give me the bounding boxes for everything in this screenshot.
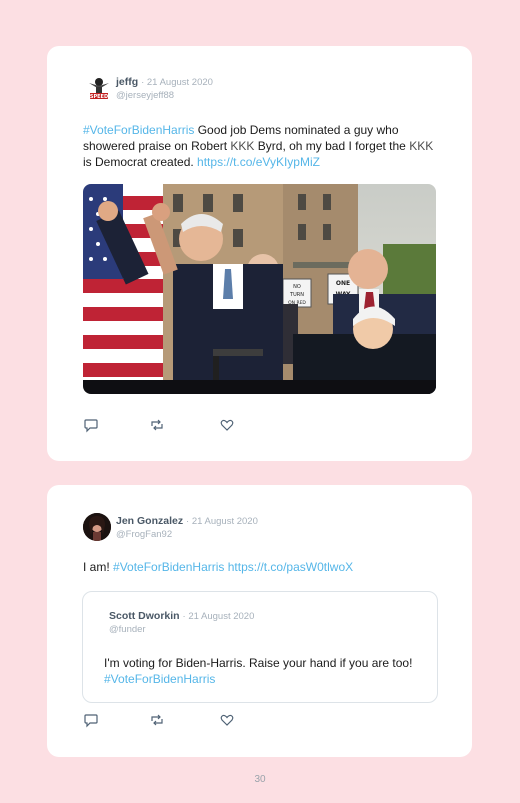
author-name[interactable]: jeffg · 21 August 2020: [116, 76, 213, 88]
tweet-photo[interactable]: NO TURN ON RED ONE WAY: [83, 184, 436, 394]
tweet-text-part: is Democrat created.: [83, 155, 198, 169]
quoted-author-handle[interactable]: @funder: [109, 624, 146, 635]
quoted-tweet-date[interactable]: · 21 August 2020: [183, 611, 255, 622]
like-icon[interactable]: [219, 712, 235, 728]
author-display-name[interactable]: jeffg: [116, 76, 138, 88]
hashtag-link[interactable]: #VoteForBidenHarris: [83, 123, 194, 137]
quoted-text: I'm voting for Biden-Harris. Raise your …: [104, 656, 413, 670]
rally-photo: NO TURN ON RED ONE WAY: [83, 184, 436, 394]
avatar[interactable]: [83, 513, 111, 541]
quoted-tweet[interactable]: Scott Dworkin · 21 August 2020 @funder I…: [82, 591, 438, 703]
svg-text:ONE: ONE: [336, 280, 350, 287]
author-name[interactable]: Jen Gonzalez · 21 August 2020: [116, 515, 258, 527]
hashtag-link[interactable]: #VoteForBidenHarris: [104, 672, 215, 686]
tweet-text-part: I am!: [83, 560, 114, 574]
tweet-text: #VoteForBidenHarris Good job Dems nomina…: [83, 122, 443, 170]
page-number: 30: [254, 774, 266, 785]
retweet-icon[interactable]: [149, 417, 165, 433]
author-handle[interactable]: @FrogFan92: [116, 529, 172, 540]
tweet-card: Jen Gonzalez · 21 August 2020 @FrogFan92…: [47, 485, 472, 757]
url-link[interactable]: https://t.co/pasW0tlwoX: [224, 560, 353, 574]
tweet-date[interactable]: · 21 August 2020: [186, 516, 258, 527]
tweet-date[interactable]: · 21 August 2020: [141, 77, 213, 88]
tweet-text-part: KKK: [230, 139, 255, 153]
profile-photo-icon: [83, 513, 111, 541]
tweet-actions: [83, 712, 243, 728]
quoted-tweet-text: I'm voting for Biden-Harris. Raise your …: [104, 655, 414, 687]
svg-text:SPEED: SPEED: [90, 94, 108, 100]
tweet-text-part: KKK: [409, 139, 434, 153]
tweet-text-part: Byrd, oh my bad I forget the: [254, 139, 410, 153]
url-link[interactable]: https://t.co/eVyKIypMiZ: [197, 155, 320, 169]
tweet-actions: [83, 417, 243, 433]
svg-text:TURN: TURN: [289, 292, 304, 298]
retweet-icon[interactable]: [149, 712, 165, 728]
reply-icon[interactable]: [83, 417, 99, 433]
quoted-display-name[interactable]: Scott Dworkin: [109, 610, 180, 622]
author-handle[interactable]: @jerseyjeff88: [116, 90, 174, 101]
speed-logo-icon: SPEED: [89, 78, 109, 100]
tweet-text: I am! #VoteForBidenHarris https://t.co/p…: [83, 559, 443, 575]
hashtag-link[interactable]: #VoteForBidenHarris: [113, 560, 224, 574]
avatar[interactable]: SPEED: [85, 74, 113, 102]
svg-text:NO: NO: [293, 284, 301, 290]
author-display-name[interactable]: Jen Gonzalez: [116, 515, 183, 527]
reply-icon[interactable]: [83, 712, 99, 728]
tweet-card: SPEED jeffg · 21 August 2020 @jerseyjeff…: [47, 46, 472, 461]
quoted-author-name[interactable]: Scott Dworkin · 21 August 2020: [109, 610, 254, 622]
like-icon[interactable]: [219, 417, 235, 433]
